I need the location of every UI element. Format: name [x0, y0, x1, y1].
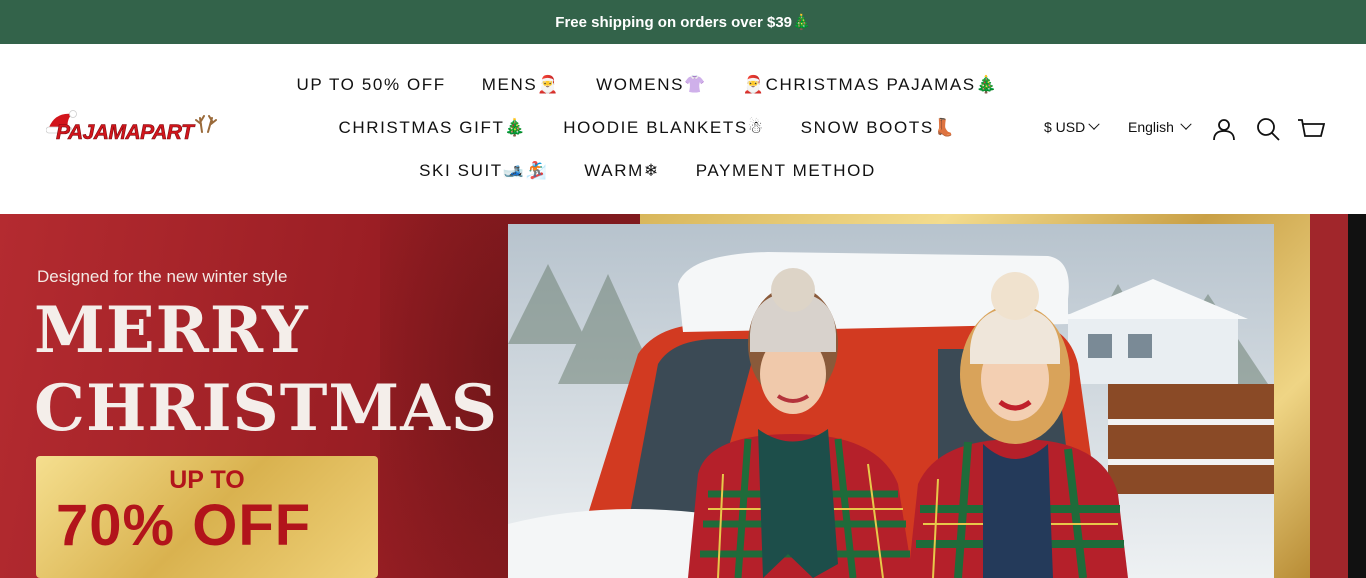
headline-line-2: CHRISTMAS — [34, 371, 499, 446]
currency-selector[interactable]: $ USD — [1044, 118, 1100, 135]
nav-item-sale[interactable]: UP TO 50% OFF — [296, 75, 445, 95]
search-icon[interactable] — [1255, 116, 1281, 142]
cart-icon[interactable] — [1297, 116, 1326, 142]
language-selector[interactable]: English — [1128, 118, 1192, 135]
nav-row-2: CHRISTMAS GIFT🎄 HOODIE BLANKETS☃ SNOW BO… — [280, 118, 1015, 138]
announcement-text: Free shipping on orders over $39🎄 — [555, 14, 811, 31]
hero-photo — [508, 224, 1274, 578]
nav-row-3: SKI SUIT🎿🏂 WARM❄ PAYMENT METHOD — [280, 161, 1015, 181]
nav-item-ski-suit[interactable]: SKI SUIT🎿🏂 — [419, 161, 548, 181]
winter-scene-illustration — [508, 224, 1274, 578]
account-icon[interactable] — [1211, 116, 1237, 142]
currency-label: $ USD — [1044, 119, 1086, 135]
nav-item-snow-boots[interactable]: SNOW BOOTS👢 — [801, 118, 957, 138]
coupon-line-1: UP TO — [169, 466, 245, 494]
main-navigation: UP TO 50% OFF MENS🎅 WOMENS👚 🎅CHRISTMAS P… — [280, 44, 1015, 214]
antler-icon — [195, 115, 217, 133]
nav-item-hoodie-blankets[interactable]: HOODIE BLANKETS☃ — [563, 118, 764, 138]
brand-logo[interactable]: PAJAMAPART — [46, 108, 218, 152]
chevron-down-icon — [1180, 118, 1192, 130]
hero-banner[interactable]: Designed for the new winter style MERRY … — [0, 214, 1366, 578]
language-label: English — [1128, 119, 1174, 135]
coupon-line-2: 70% OFF — [56, 493, 312, 558]
nav-item-warm[interactable]: WARM❄ — [584, 161, 659, 181]
hero-tagline: Designed for the new winter style — [37, 267, 288, 286]
nav-item-payment-method[interactable]: PAYMENT METHOD — [696, 161, 876, 181]
promo-coupon[interactable]: UP TO 70% OFF — [36, 456, 378, 578]
site-header: PAJAMAPART UP TO 50% OFF MENS🎅 WOMENS👚 🎅… — [0, 44, 1366, 214]
nav-row-1: UP TO 50% OFF MENS🎅 WOMENS👚 🎅CHRISTMAS P… — [280, 75, 1015, 95]
nav-item-christmas-pajamas[interactable]: 🎅CHRISTMAS PAJAMAS🎄 — [743, 75, 999, 95]
logo-wordmark: PAJAMAPART — [56, 121, 194, 145]
nav-item-christmas-gift[interactable]: CHRISTMAS GIFT🎄 — [338, 118, 527, 138]
headline-line-1: MERRY — [34, 293, 309, 368]
hero-scroll-edge — [1348, 214, 1366, 578]
nav-item-mens[interactable]: MENS🎅 — [482, 75, 560, 95]
hero-right-edge — [1310, 214, 1348, 578]
announcement-bar: Free shipping on orders over $39🎄 — [0, 0, 1366, 44]
chevron-down-icon — [1088, 118, 1100, 130]
hero-headline: MERRY CHRISTMAS — [34, 292, 498, 448]
nav-item-womens[interactable]: WOMENS👚 — [596, 75, 707, 95]
